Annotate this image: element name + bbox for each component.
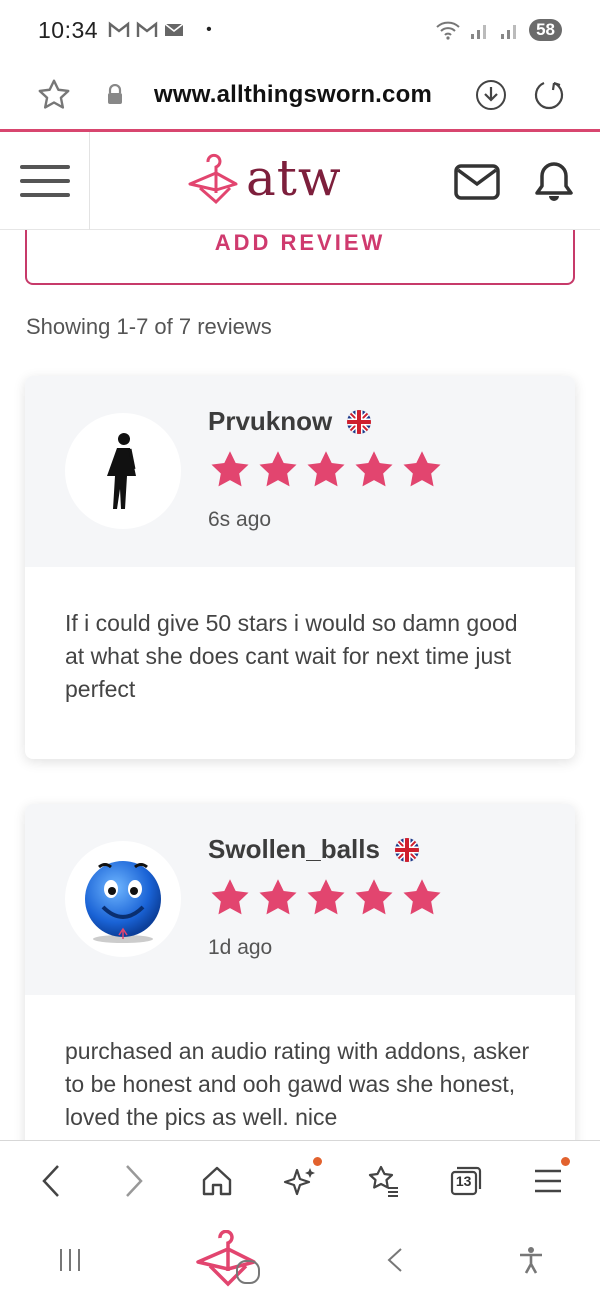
gmail-icon xyxy=(108,21,130,37)
notification-dot xyxy=(312,1156,322,1166)
url-text[interactable]: www.allthingsworn.com xyxy=(154,81,432,109)
notifications-bell-icon[interactable] xyxy=(534,160,574,204)
review-time: 6s ago xyxy=(208,508,272,531)
ai-assistant-button[interactable] xyxy=(270,1151,330,1211)
hamburger-line xyxy=(19,178,70,183)
star-icon xyxy=(403,879,441,915)
mail-icon xyxy=(164,23,184,36)
system-navigation-bar xyxy=(0,1220,600,1300)
menu-button[interactable] xyxy=(0,131,90,230)
messages-icon[interactable] xyxy=(454,164,500,200)
star-icon xyxy=(307,879,345,915)
reviewer-name[interactable]: Swollen_balls xyxy=(208,834,380,865)
star-icon xyxy=(355,879,393,915)
reviewer-avatar[interactable] xyxy=(65,413,181,529)
hamburger-line xyxy=(19,192,70,197)
rating-stars xyxy=(208,448,444,492)
home-icon xyxy=(202,1166,232,1195)
signal-icon xyxy=(501,25,517,39)
accessibility-icon[interactable] xyxy=(516,1245,546,1275)
menu-icon xyxy=(535,1169,562,1192)
reviews-count-text: Showing 1-7 of 7 reviews xyxy=(26,314,272,339)
add-review-label: ADD REVIEW xyxy=(214,230,386,255)
notification-dot: • xyxy=(206,21,212,38)
status-time: 10:34 xyxy=(38,16,99,43)
star-icon xyxy=(355,451,393,487)
sparkle-icon xyxy=(283,1167,315,1195)
uk-flag-icon xyxy=(347,409,372,434)
female-silhouette-icon xyxy=(107,433,136,509)
home-button[interactable] xyxy=(187,1151,247,1211)
recent-apps-icon[interactable] xyxy=(55,1245,85,1275)
browser-url-bar: www.allthingsworn.com xyxy=(0,60,600,130)
review-time: 1d ago xyxy=(208,936,273,959)
download-icon[interactable] xyxy=(474,78,508,112)
star-icon xyxy=(211,879,249,915)
reload-icon[interactable] xyxy=(532,78,566,112)
tabs-button[interactable]: 13 xyxy=(436,1151,496,1211)
battery-indicator: 58 xyxy=(529,19,562,41)
chevron-left-icon xyxy=(42,1164,60,1197)
blue-smiley-icon xyxy=(85,861,161,943)
logo-text: atw xyxy=(246,149,342,207)
star-icon xyxy=(307,451,345,487)
bookmarks-button[interactable] xyxy=(353,1151,413,1211)
tabs-count: 13 xyxy=(455,1172,472,1189)
chevron-right-icon xyxy=(126,1164,143,1197)
bookmarks-star-icon xyxy=(368,1165,398,1197)
rating-stars xyxy=(208,876,444,920)
hanger-logo-icon xyxy=(188,153,238,205)
site-header: atw xyxy=(0,131,600,230)
site-logo[interactable]: atw xyxy=(186,150,342,206)
back-nav-icon[interactable] xyxy=(383,1245,407,1275)
notification-dot xyxy=(561,1156,571,1166)
lock-icon[interactable] xyxy=(98,84,132,106)
review-text: If i could give 50 stars i would so damn… xyxy=(65,610,518,702)
browser-toolbar: 13 xyxy=(0,1140,600,1220)
forward-button[interactable] xyxy=(104,1151,164,1211)
review-card: Prvuknow 6s ago If i could give 50 stars… xyxy=(25,376,575,759)
reviewer-name[interactable]: Prvuknow xyxy=(208,406,332,437)
review-header: Prvuknow 6s ago xyxy=(25,376,575,567)
home-nav-button[interactable] xyxy=(194,1230,274,1290)
browser-menu-button[interactable] xyxy=(518,1151,578,1211)
back-button[interactable] xyxy=(21,1151,81,1211)
signal-icon xyxy=(471,25,487,39)
home-circle-icon xyxy=(235,1260,260,1284)
review-text: purchased an audio rating with addons, a… xyxy=(65,1038,530,1130)
uk-flag-icon xyxy=(394,837,419,862)
star-icon xyxy=(259,879,297,915)
gmail-icon xyxy=(136,21,158,37)
status-bar: 10:34 • 58 xyxy=(0,0,600,60)
star-icon xyxy=(259,451,297,487)
star-icon xyxy=(403,451,441,487)
reviewer-avatar[interactable] xyxy=(65,841,181,957)
hamburger-line xyxy=(19,164,70,169)
bookmark-star-icon[interactable] xyxy=(34,77,74,113)
review-header: Swollen_balls 1d ago xyxy=(25,804,575,995)
wifi-icon xyxy=(436,21,460,40)
star-icon xyxy=(211,451,249,487)
